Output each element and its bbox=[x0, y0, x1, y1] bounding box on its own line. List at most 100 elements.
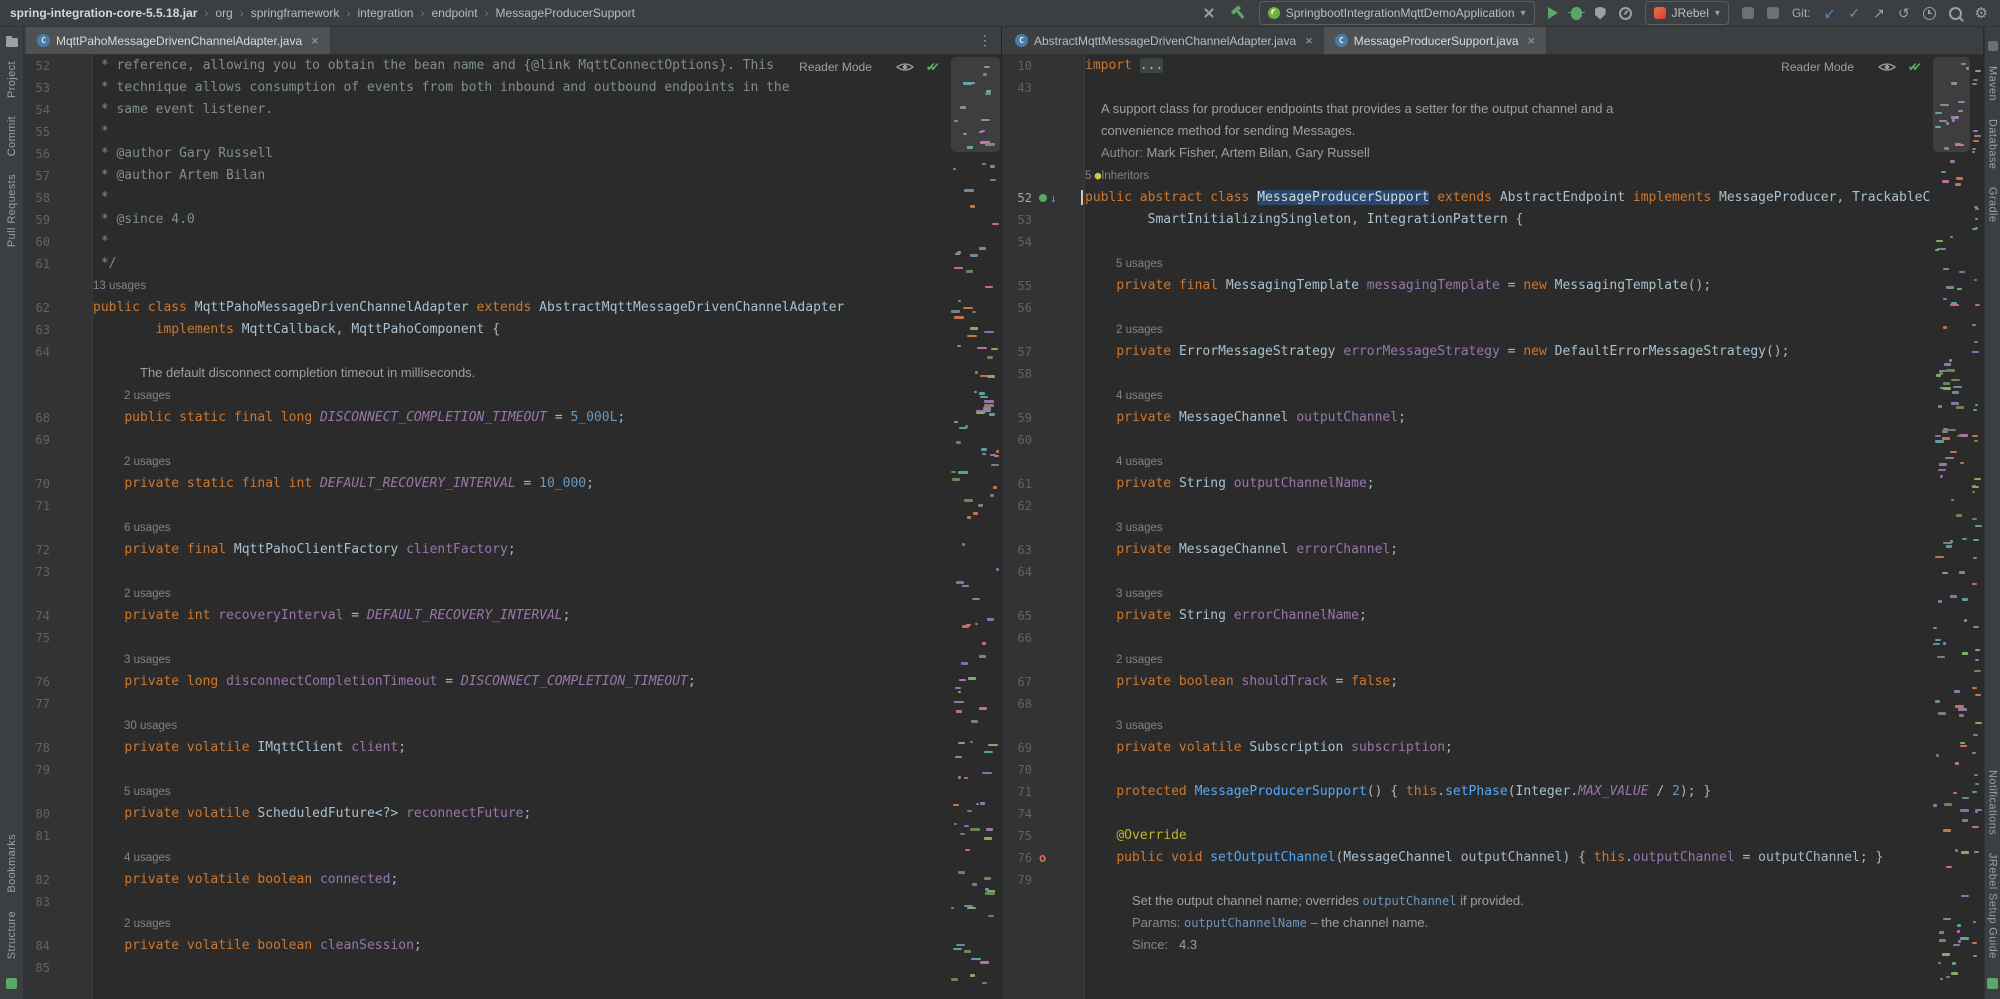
gutter-cell[interactable]: 85 bbox=[24, 957, 93, 979]
gutter-cell[interactable]: 75 bbox=[1002, 825, 1085, 847]
gutter-cell[interactable] bbox=[24, 913, 93, 935]
breadcrumb-item[interactable]: endpoint bbox=[431, 6, 477, 20]
code-line[interactable]: private boolean shouldTrack = false; bbox=[1085, 671, 1398, 693]
gutter-cell[interactable]: 53 bbox=[24, 77, 93, 99]
gutter-cell[interactable]: 76 o bbox=[1002, 847, 1085, 869]
gutter-cell[interactable] bbox=[1002, 715, 1085, 737]
coverage-button[interactable] bbox=[1594, 6, 1606, 20]
gutter-cell[interactable] bbox=[24, 385, 93, 407]
project-folder-icon[interactable] bbox=[5, 36, 18, 47]
gutter-cell[interactable] bbox=[24, 781, 93, 803]
gutter-cell[interactable] bbox=[24, 847, 93, 869]
jrebel-select[interactable]: JRebel ▾ bbox=[1644, 1, 1729, 25]
gutter-cell[interactable] bbox=[1002, 891, 1085, 913]
code-line[interactable]: private volatile boolean cleanSession; bbox=[93, 935, 421, 957]
settings-button[interactable]: ⚙ bbox=[1975, 6, 1988, 21]
search-everywhere-button[interactable] bbox=[1948, 6, 1962, 20]
breadcrumb-item[interactable]: MessageProducerSupport bbox=[496, 6, 635, 20]
gutter-cell[interactable]: 83 bbox=[24, 891, 93, 913]
tool-window-button-structure[interactable]: Structure bbox=[6, 911, 18, 959]
gutter-cell[interactable] bbox=[1002, 913, 1085, 935]
toolbox-icon[interactable] bbox=[1201, 5, 1217, 21]
gutter-cell[interactable]: 67 bbox=[1002, 671, 1085, 693]
inlay-hint[interactable]: 3 usages bbox=[1116, 517, 1163, 539]
inlay-hint[interactable]: 4 usages bbox=[1116, 451, 1163, 473]
build-hammer-icon[interactable] bbox=[1230, 5, 1246, 21]
gutter-cell[interactable]: 73 bbox=[24, 561, 93, 583]
code-line[interactable]: * same event listener. bbox=[93, 99, 273, 121]
gutter-cell[interactable]: 69 bbox=[1002, 737, 1085, 759]
code-line[interactable]: * @author Gary Russell bbox=[93, 143, 273, 165]
gutter-cell[interactable] bbox=[24, 275, 93, 297]
code-line[interactable]: * technique allows consumption of events… bbox=[93, 77, 790, 99]
tool-window-button-gradle[interactable]: Gradle bbox=[1987, 187, 1999, 222]
close-icon[interactable]: × bbox=[1528, 33, 1536, 48]
tool-window-button-jrebel-setup-guide[interactable]: JRebel Setup Guide bbox=[1987, 853, 1999, 959]
inlay-hint[interactable]: 2 usages bbox=[124, 583, 171, 605]
gutter-cell[interactable]: 64 bbox=[1002, 561, 1085, 583]
gutter-cell[interactable]: 79 bbox=[1002, 869, 1085, 891]
gutter-cell[interactable]: 66 bbox=[1002, 627, 1085, 649]
gutter-cell[interactable]: 60 bbox=[1002, 429, 1085, 451]
gutter-cell[interactable]: 61 bbox=[1002, 473, 1085, 495]
history-button[interactable] bbox=[1922, 6, 1936, 20]
gutter-cell[interactable]: 84 bbox=[24, 935, 93, 957]
class-implementations-gutter-icon[interactable] bbox=[1039, 194, 1047, 202]
tool-window-button-maven[interactable]: Maven bbox=[1987, 66, 1999, 101]
gutter-cell[interactable]: 61 bbox=[24, 253, 93, 275]
gutter-cell[interactable]: 65 bbox=[1002, 605, 1085, 627]
inlay-hint[interactable]: 6 usages bbox=[124, 517, 171, 539]
gutter-cell[interactable]: 72 bbox=[24, 539, 93, 561]
gutter-cell[interactable]: 77 bbox=[24, 693, 93, 715]
gutter-cell[interactable]: 62 bbox=[24, 297, 93, 319]
inspections-ok-icon[interactable]: ✔✔ bbox=[1908, 60, 1923, 74]
gutter-cell[interactable] bbox=[24, 363, 93, 385]
code-line[interactable]: private long disconnectCompletionTimeout… bbox=[93, 671, 695, 693]
gutter-cell[interactable]: 71 bbox=[1002, 781, 1085, 803]
gutter-cell[interactable]: 10 bbox=[1002, 55, 1085, 77]
inlay-hint[interactable]: 30 usages bbox=[124, 715, 177, 737]
code-line[interactable]: * bbox=[93, 231, 109, 253]
tool-window-button-commit[interactable]: Commit bbox=[6, 116, 18, 156]
gutter-cell[interactable]: 52 bbox=[24, 55, 93, 77]
gutter-cell[interactable]: 56 bbox=[1002, 297, 1085, 319]
rollback-button[interactable]: ↺ bbox=[1898, 6, 1910, 20]
tool-window-button-pull-requests[interactable]: Pull Requests bbox=[6, 174, 18, 247]
code-line[interactable]: private int recoveryInterval = DEFAULT_R… bbox=[93, 605, 570, 627]
gutter-cell[interactable]: 56 bbox=[24, 143, 93, 165]
jrebel-stripe-icon[interactable] bbox=[6, 978, 17, 989]
gutter-cell[interactable] bbox=[24, 451, 93, 473]
inspections-ok-icon[interactable]: ✔✔ bbox=[926, 60, 941, 74]
code-line[interactable]: public void setOutputChannel(MessageChan… bbox=[1085, 847, 1883, 869]
code-line[interactable]: */ bbox=[93, 253, 117, 275]
code-line[interactable]: import ... bbox=[1085, 55, 1164, 77]
gutter-cell[interactable]: 63 bbox=[1002, 539, 1085, 561]
code-line[interactable]: * reference, allowing you to obtain the … bbox=[93, 55, 774, 77]
code-line[interactable]: * bbox=[93, 187, 109, 209]
inlay-hint[interactable]: 13 usages bbox=[93, 275, 146, 297]
tool-window-button-notifications[interactable]: Notifications bbox=[1987, 770, 1999, 835]
hidden-tabs-button[interactable]: ⋮ bbox=[969, 32, 1001, 49]
code-line[interactable]: private static final int DEFAULT_RECOVER… bbox=[93, 473, 594, 495]
gutter-cell[interactable]: 54 bbox=[1002, 231, 1085, 253]
code-line[interactable]: private MessageChannel outputChannel; bbox=[1085, 407, 1406, 429]
code-line[interactable]: * @author Artem Bilan bbox=[93, 165, 265, 187]
tool-window-button-project[interactable]: Project bbox=[6, 61, 18, 98]
eye-icon[interactable] bbox=[1877, 61, 1896, 73]
code-line[interactable]: * @since 4.0 bbox=[93, 209, 195, 231]
gutter-cell[interactable]: 81 bbox=[24, 825, 93, 847]
inlay-hint[interactable]: 2 usages bbox=[1116, 319, 1163, 341]
gutter-cell[interactable] bbox=[1002, 143, 1085, 165]
gutter-cell[interactable] bbox=[24, 517, 93, 539]
right-scrollbar-minimap[interactable] bbox=[1932, 55, 1971, 999]
inlay-hint[interactable]: 4 usages bbox=[1116, 385, 1163, 407]
gutter-cell[interactable]: 78 bbox=[24, 737, 93, 759]
breadcrumb-item[interactable]: org bbox=[215, 6, 232, 20]
inlay-hint[interactable]: 3 usages bbox=[1116, 715, 1163, 737]
gutter-cell[interactable] bbox=[1002, 385, 1085, 407]
gutter-cell[interactable]: 62 bbox=[1002, 495, 1085, 517]
code-line[interactable]: @Override bbox=[1085, 825, 1186, 847]
gutter-cell[interactable]: 55 bbox=[24, 121, 93, 143]
breadcrumb-item[interactable]: integration bbox=[357, 6, 413, 20]
gutter-cell[interactable]: 74 bbox=[24, 605, 93, 627]
